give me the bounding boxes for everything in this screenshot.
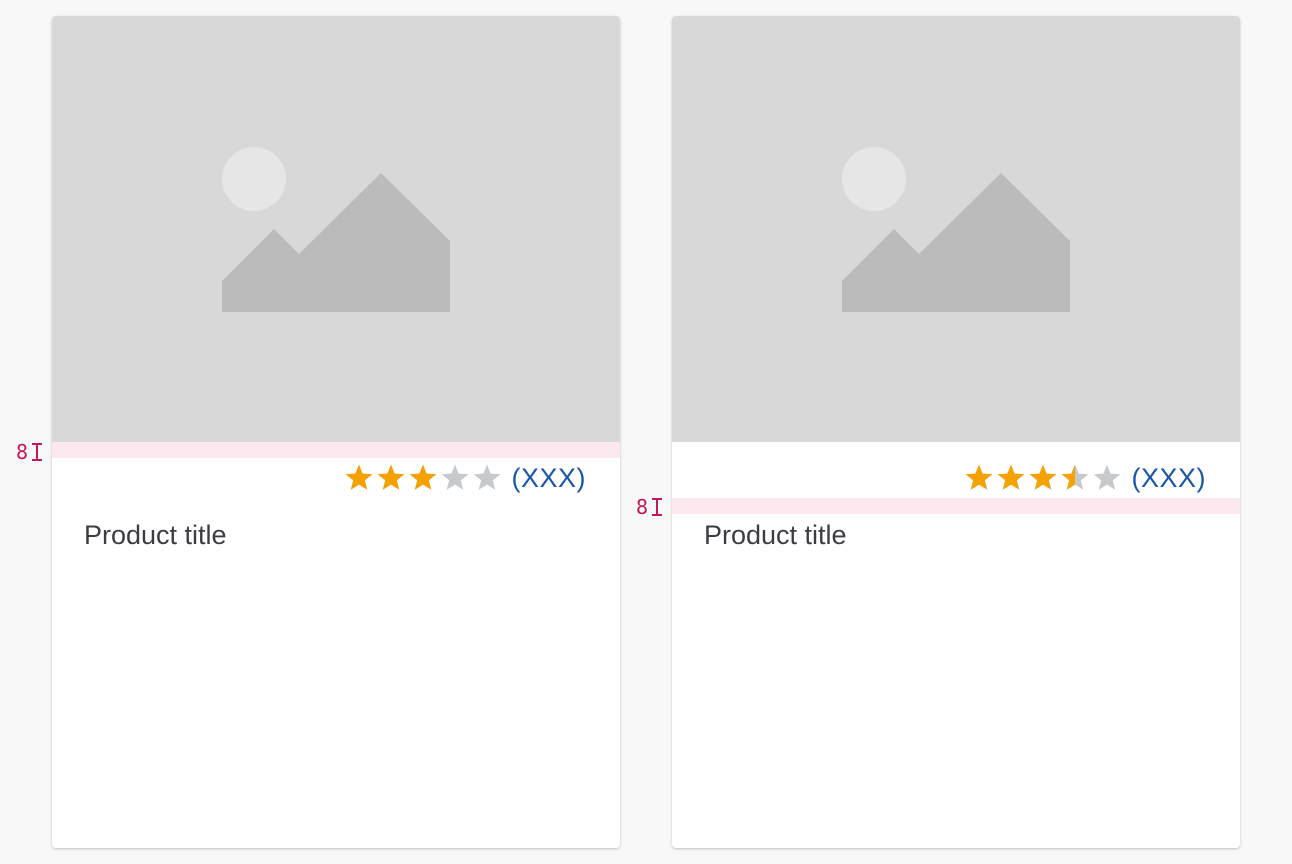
star-empty-icon — [1094, 464, 1121, 490]
star-filled-icon — [966, 464, 993, 490]
star-filled-icon — [346, 464, 373, 490]
star-filled-icon — [410, 464, 437, 490]
product-image[interactable] — [672, 16, 1240, 442]
review-count-link[interactable]: (XXX) — [511, 463, 586, 494]
spacing-band-rating-to-title — [672, 498, 1240, 514]
product-card[interactable]: (XXX) Product title — [52, 16, 620, 848]
star-half-icon — [1062, 464, 1089, 490]
spacing-label: 8 — [16, 440, 43, 464]
spacing-value: 8 — [636, 495, 649, 519]
star-empty-icon — [442, 464, 469, 490]
stars — [963, 462, 1123, 494]
star-rating[interactable]: (XXX) — [963, 460, 1206, 496]
star-filled-icon — [1030, 464, 1057, 490]
star-empty-icon — [474, 464, 501, 490]
image-placeholder-icon — [842, 147, 1070, 312]
product-card[interactable]: (XXX) Product title — [672, 16, 1240, 848]
spacing-bracket-icon — [32, 443, 43, 461]
star-filled-icon — [998, 464, 1025, 490]
stars — [343, 462, 503, 494]
review-count-link[interactable]: (XXX) — [1131, 463, 1206, 494]
spacing-bracket-icon — [652, 498, 663, 516]
product-image[interactable] — [52, 16, 620, 442]
image-placeholder-icon — [222, 147, 450, 312]
page: (XXX) Product title (XXX) Product title … — [0, 0, 1292, 864]
spacing-band-image-to-rating — [52, 442, 620, 458]
star-filled-icon — [378, 464, 405, 490]
spacing-value: 8 — [16, 440, 29, 464]
star-rating[interactable]: (XXX) — [343, 460, 586, 496]
spacing-label: 8 — [636, 495, 663, 519]
product-title[interactable]: Product title — [84, 520, 227, 551]
product-title[interactable]: Product title — [704, 520, 847, 551]
